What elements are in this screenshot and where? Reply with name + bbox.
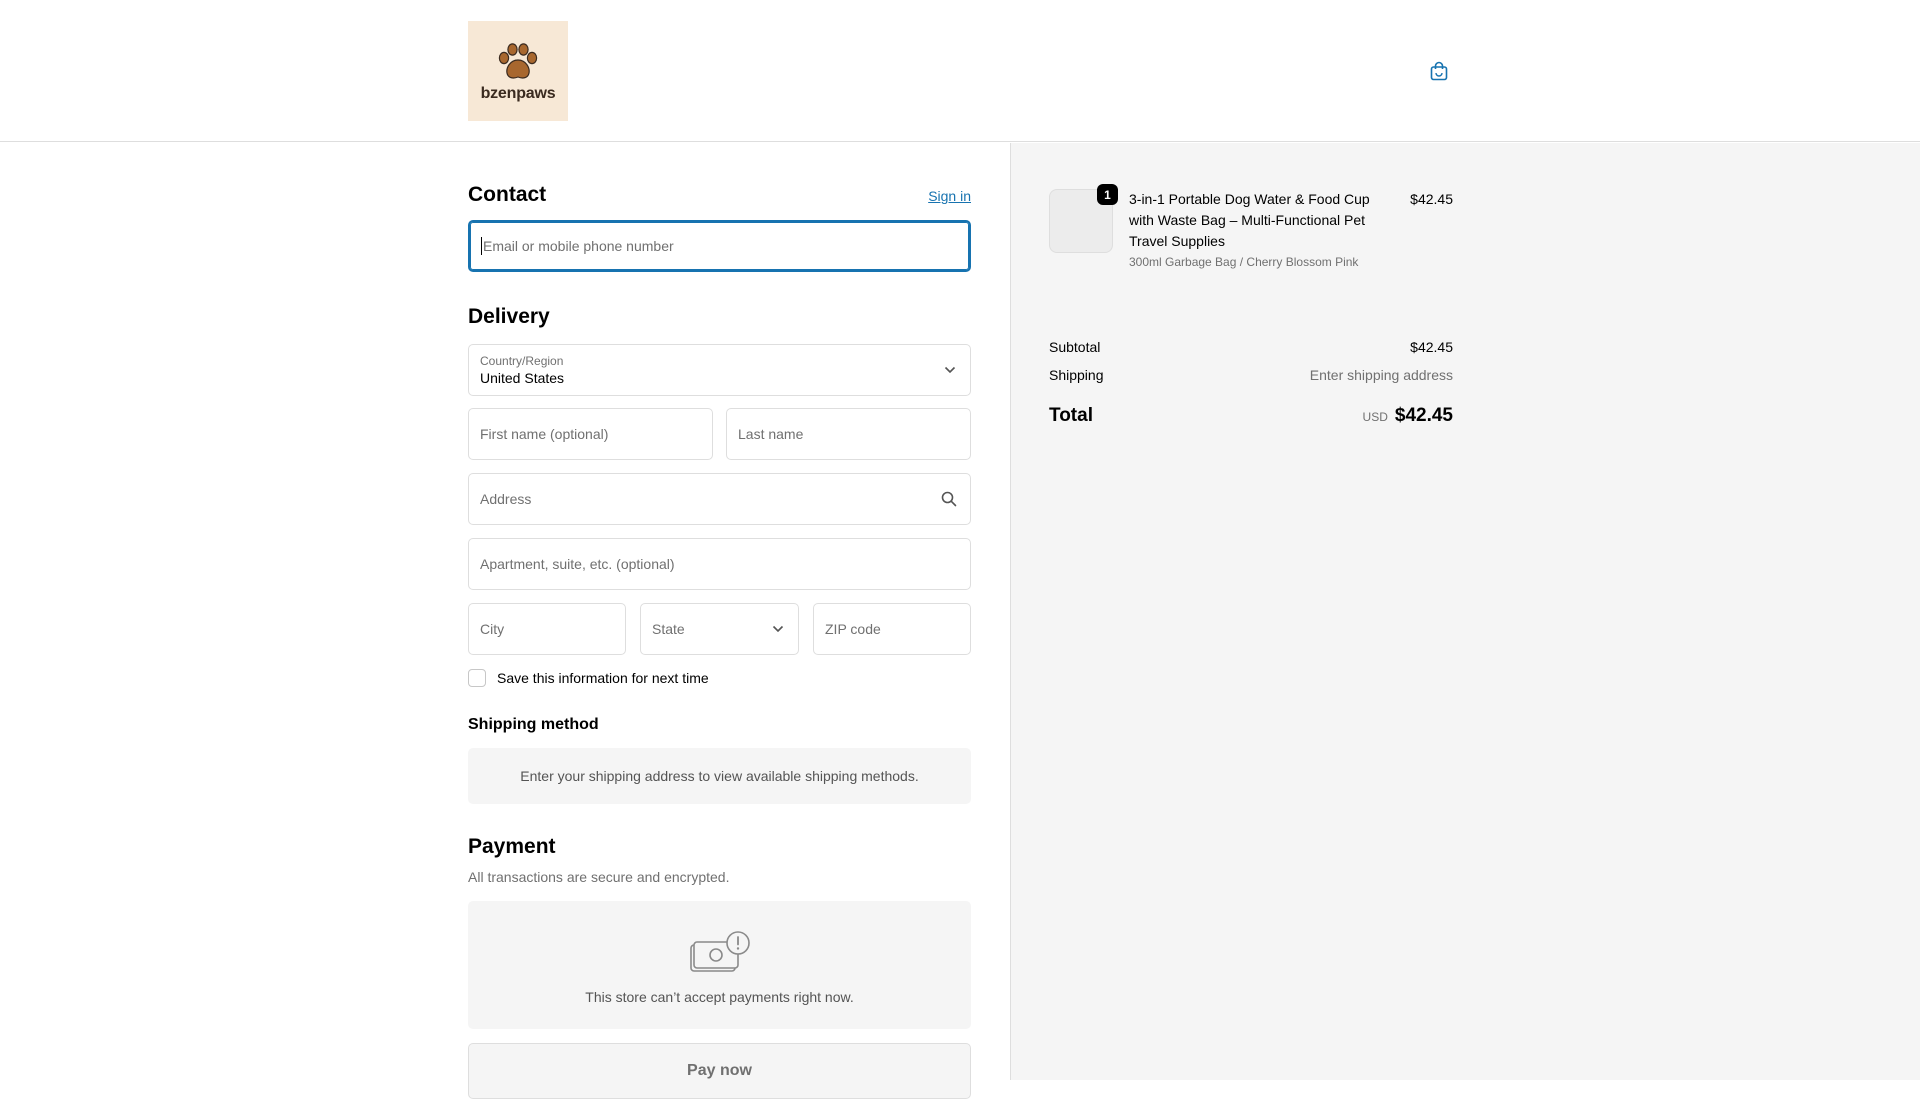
shipping-value: Enter shipping address: [1309, 367, 1453, 383]
chevron-down-icon: [944, 366, 956, 374]
apartment-placeholder: Apartment, suite, etc. (optional): [480, 556, 675, 572]
state-select[interactable]: State: [640, 603, 799, 655]
country-label: Country/Region: [480, 354, 564, 368]
chevron-down-icon: [772, 625, 784, 633]
last-name-placeholder: Last name: [738, 426, 804, 442]
state-placeholder: State: [652, 621, 685, 637]
save-info-checkbox[interactable]: [468, 669, 486, 687]
item-variant: 300ml Garbage Bag / Cherry Blossom Pink: [1129, 255, 1359, 269]
payment-subtitle: All transactions are secure and encrypte…: [468, 869, 730, 885]
payment-title: Payment: [468, 835, 556, 858]
logo-text: bzenpaws: [480, 85, 556, 102]
subtotal-value: $42.45: [1410, 339, 1453, 355]
line-item: 1 3-in-1 Portable Dog Water & Food Cup w…: [1049, 184, 1453, 269]
subtotal-row: Subtotal $42.45: [1049, 339, 1453, 355]
country-select[interactable]: Country/Region United States: [468, 344, 971, 396]
item-name: 3-in-1 Portable Dog Water & Food Cup wit…: [1129, 191, 1370, 249]
subtotal-label: Subtotal: [1049, 339, 1101, 355]
shopping-bag-icon: [1430, 61, 1448, 81]
country-value: United States: [480, 370, 565, 386]
search-icon: [941, 491, 957, 507]
store-logo[interactable]: bzenpaws: [468, 21, 568, 121]
save-info-label[interactable]: Save this information for next time: [497, 670, 709, 686]
email-placeholder: Email or mobile phone number: [483, 238, 674, 254]
last-name-field[interactable]: Last name: [726, 408, 971, 460]
apartment-field[interactable]: Apartment, suite, etc. (optional): [468, 538, 971, 590]
order-summary: 1 3-in-1 Portable Dog Water & Food Cup w…: [1049, 184, 1453, 426]
text-cursor: [481, 237, 482, 255]
address-field[interactable]: Address: [468, 473, 971, 525]
shipping-label: Shipping: [1049, 367, 1104, 383]
item-info: 3-in-1 Portable Dog Water & Food Cup wit…: [1129, 189, 1379, 269]
total-row: Total USD $42.45: [1049, 405, 1453, 427]
shipping-method-notice: Enter your shipping address to view avai…: [468, 748, 971, 804]
item-price: $42.45: [1410, 191, 1453, 207]
total-amount: $42.45: [1394, 405, 1453, 426]
cart-button[interactable]: [1428, 59, 1450, 83]
contact-title: Contact: [468, 183, 547, 206]
total-amount-group: USD $42.45: [1363, 405, 1453, 427]
contact-header: Contact Sign in: [468, 183, 971, 207]
delivery-title: Delivery: [468, 305, 550, 328]
sign-in-link[interactable]: Sign in: [928, 188, 971, 204]
email-field[interactable]: Email or mobile phone number: [468, 220, 971, 272]
payment-unavailable-box: This store can’t accept payments right n…: [468, 901, 971, 1029]
paw-icon: [498, 43, 538, 79]
city-placeholder: City: [480, 621, 505, 637]
checkout-header: bzenpaws: [0, 0, 1920, 142]
currency-code: USD: [1362, 410, 1388, 424]
checkout-form-column: Contact Sign in Email or mobile phone nu…: [0, 143, 1010, 1099]
order-summary-column: 1 3-in-1 Portable Dog Water & Food Cup w…: [1010, 143, 1920, 1080]
quantity-badge: 1: [1097, 184, 1118, 205]
first-name-placeholder: First name (optional): [480, 426, 609, 442]
address-placeholder: Address: [480, 491, 532, 507]
first-name-field[interactable]: First name (optional): [468, 408, 713, 460]
shipping-method-title: Shipping method: [468, 716, 599, 733]
pay-now-button[interactable]: Pay now: [468, 1043, 971, 1099]
payment-unavailable-message: This store can’t accept payments right n…: [585, 989, 854, 1005]
zip-field[interactable]: ZIP code: [813, 603, 971, 655]
product-thumbnail: 1: [1049, 184, 1118, 253]
save-info-row: Save this information for next time: [468, 669, 709, 687]
zip-placeholder: ZIP code: [825, 621, 881, 637]
shipping-row: Shipping Enter shipping address: [1049, 367, 1453, 383]
city-field[interactable]: City: [468, 603, 626, 655]
total-label: Total: [1049, 405, 1093, 426]
payment-unavailable-icon: [689, 931, 750, 972]
